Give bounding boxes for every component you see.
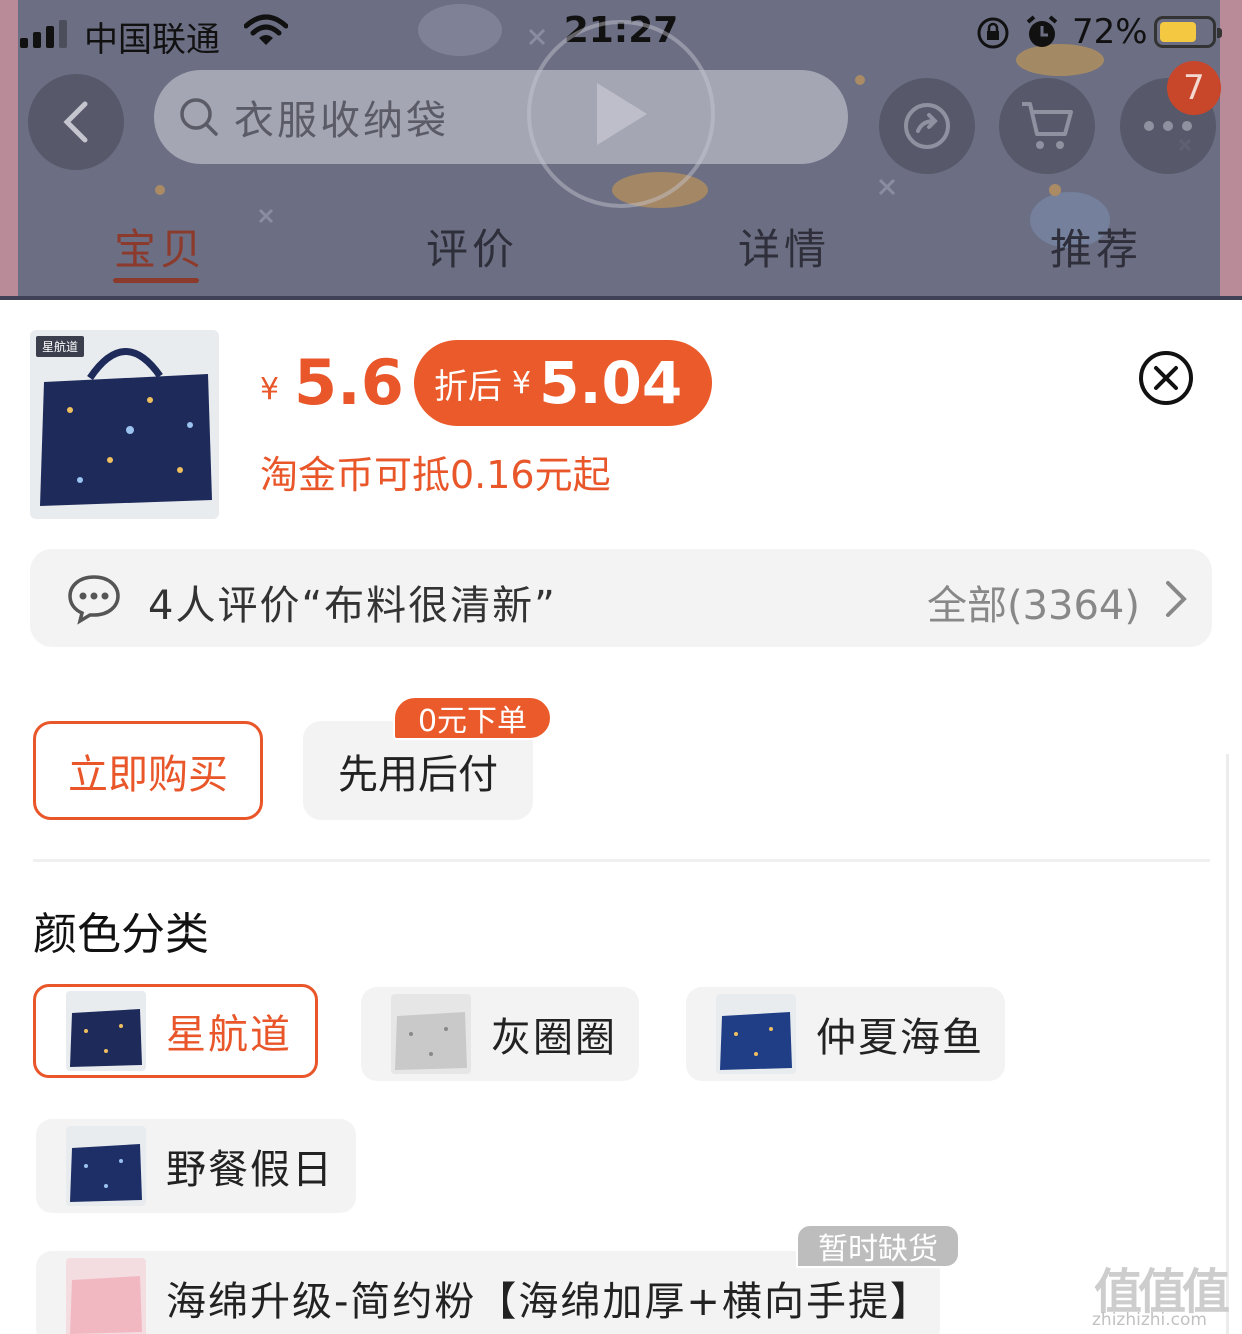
price-value: 5.6 [294,346,404,419]
option-thumbnail [66,1126,146,1206]
tab-reviews[interactable]: 评价 [426,216,518,277]
review-highlight: 4人评价“布料很清新” [148,583,557,629]
coin-deduction-note: 淘金币可抵0.16元起 [260,453,611,497]
watermark-site: zhizhizhi.com [1092,1310,1207,1330]
chat-bubble-icon [68,575,120,625]
color-option-picnic-holiday[interactable]: 野餐假日 [36,1119,356,1213]
more-dots-icon [1144,121,1192,131]
review-summary-bar[interactable]: 4人评价“布料很清新” 全部(3364) [30,549,1212,647]
color-category-title: 颜色分类 [33,909,209,960]
detail-tabs: 宝贝 评价 详情 推荐 [0,216,1242,286]
after-discount-price: 5.04 [539,349,683,417]
zero-down-tag: 0元下单 [393,696,552,740]
color-option-star-route[interactable]: 星航道 [33,984,318,1078]
chevron-left-icon [63,101,88,143]
option-label: 仲夏海鱼 [816,1015,984,1061]
option-thumbnail [66,1258,146,1334]
search-input[interactable]: 衣服收纳袋 [154,70,848,164]
color-option-midsummer-fish[interactable]: 仲夏海鱼 [686,987,1005,1081]
share-icon [904,103,950,149]
search-icon [180,98,218,136]
watermark-logo: 值值值 zhizhizhi.com [1088,1252,1238,1334]
out-of-stock-tag: 暂时缺货 [796,1224,960,1268]
chevron-right-icon [1166,581,1187,617]
after-discount-currency: ¥ [512,365,532,401]
option-label: 野餐假日 [166,1147,334,1193]
after-discount-label: 折后 [434,366,502,407]
option-thumbnail [716,994,796,1074]
option-label: 海绵升级-简约粉【海绵加厚+横向手提】 [166,1279,932,1325]
divider [33,859,1210,862]
video-play-button[interactable] [527,20,715,208]
share-button[interactable] [879,78,975,174]
scroll-track [1226,754,1229,1334]
option-label: 灰圈圈 [491,1015,617,1061]
product-image-banner: 中国联通 21:27 72% 衣服收纳袋 7 宝贝 评价 详情 推荐 [0,0,1242,300]
product-thumbnail[interactable]: 星航道 [30,330,219,519]
cart-button[interactable] [999,78,1095,174]
buy-now-button[interactable]: 立即购买 [33,721,263,820]
storage-bag-image [30,330,219,519]
option-thumbnail [66,991,146,1071]
after-discount-pill: 折后 ¥ 5.04 [414,340,712,426]
option-thumbnail [391,994,471,1074]
option-label: 星航道 [166,1012,292,1058]
search-placeholder: 衣服收纳袋 [234,98,449,144]
close-icon [1154,366,1178,390]
tab-recommend[interactable]: 推荐 [1050,216,1142,277]
thumbnail-label: 星航道 [36,336,85,357]
back-button[interactable] [28,74,124,170]
battery-percent: 72% [1072,12,1148,52]
active-tab-indicator [113,278,199,283]
color-option-grey-circles[interactable]: 灰圈圈 [361,987,639,1081]
tab-item[interactable]: 宝贝 [114,216,206,277]
price-currency: ¥ [260,372,280,407]
battery-icon [1154,16,1222,48]
cart-icon [1022,102,1073,149]
alarm-icon [1026,15,1058,47]
tab-details[interactable]: 详情 [738,216,830,277]
all-reviews-count: 全部(3364) [926,583,1140,629]
sku-selection-sheet: 星航道 ¥ 5.6 折后 ¥ 5.04 淘金币可抵0.16元起 4人评价“布料很… [0,300,1242,1334]
rotation-lock-icon [977,17,1009,49]
play-icon [597,83,647,145]
cart-count-badge: 7 [1167,61,1221,115]
close-button[interactable] [1139,351,1193,405]
